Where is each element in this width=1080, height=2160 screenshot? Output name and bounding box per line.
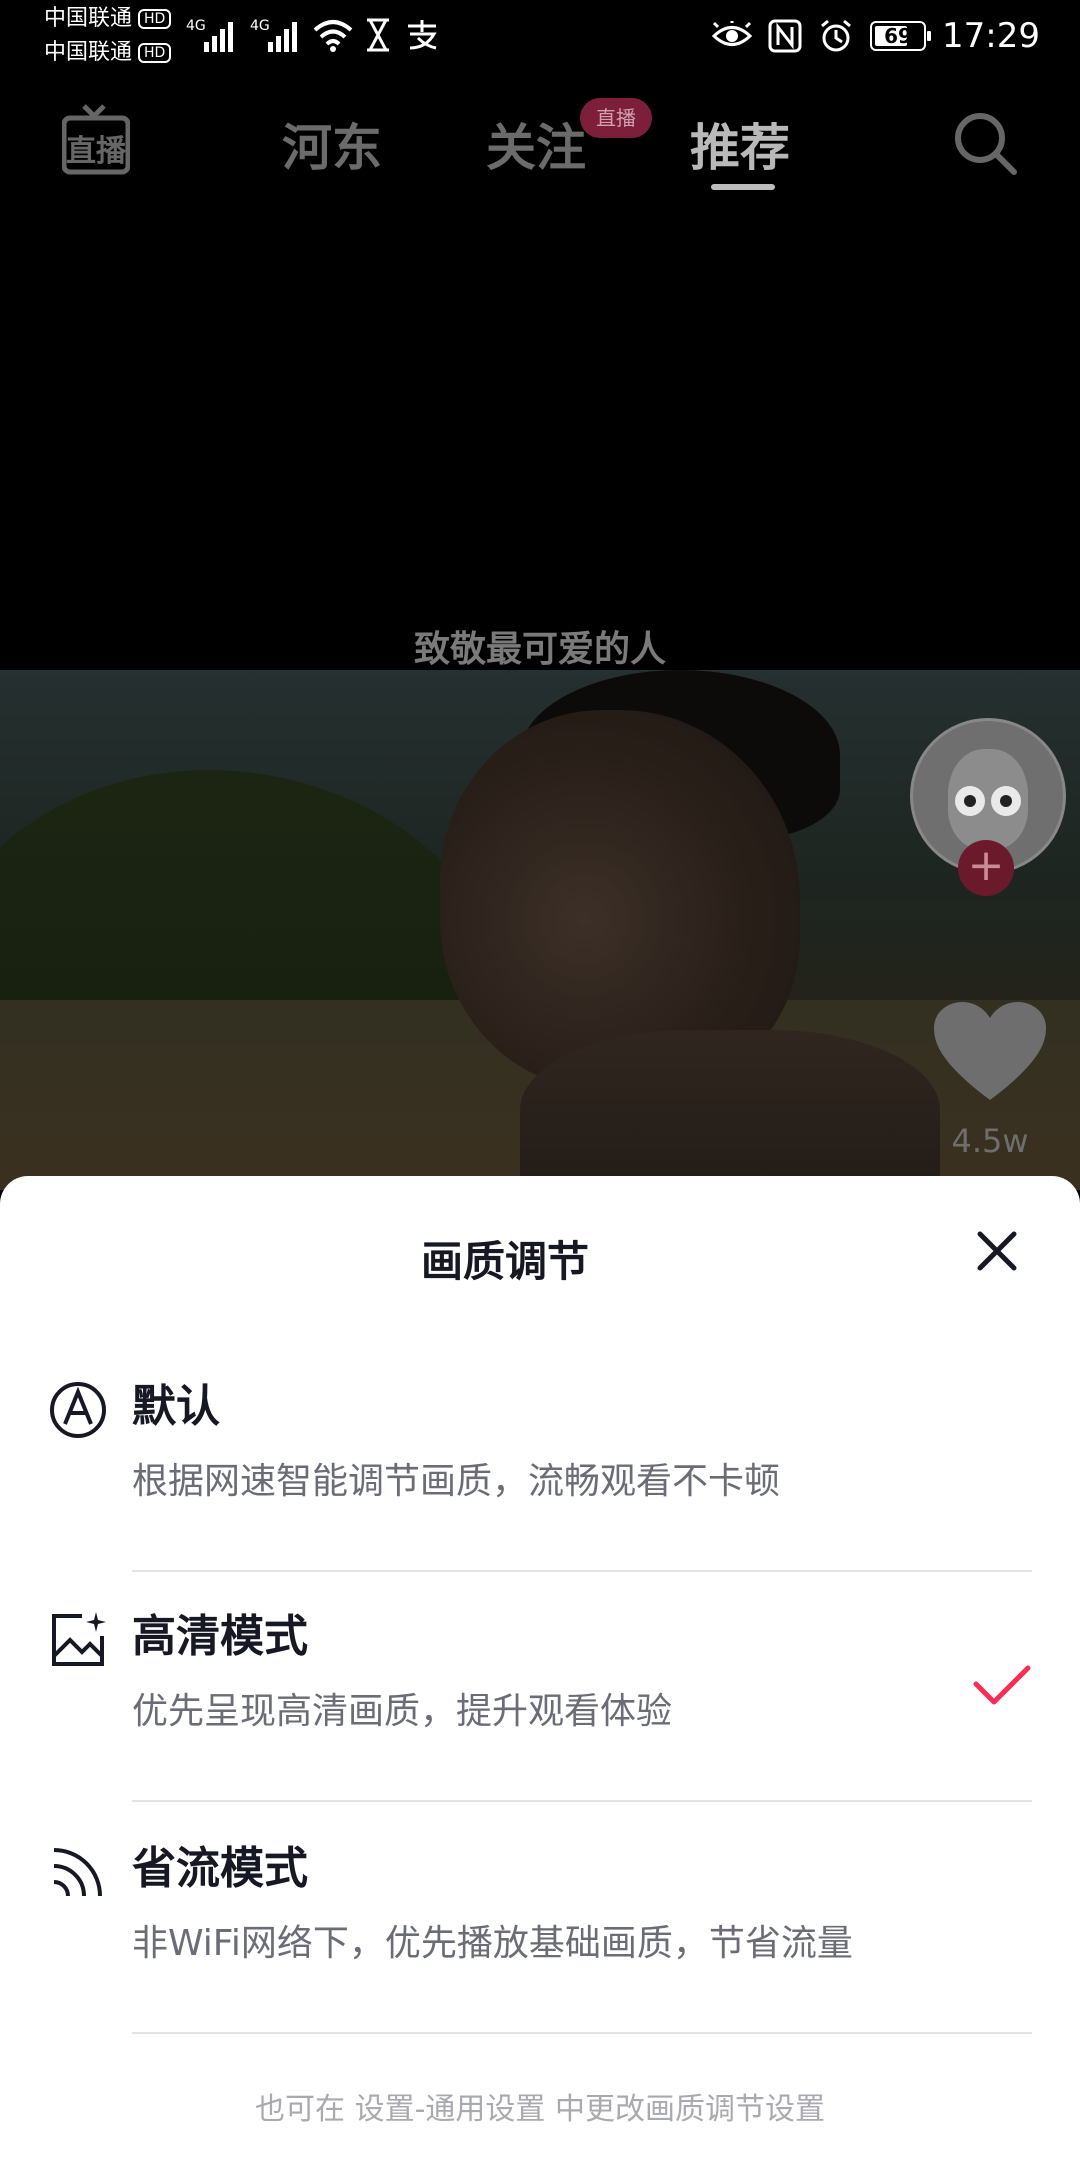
carrier-2-name: 中国联通: [44, 40, 133, 65]
signal-icon-2: [268, 22, 297, 52]
heart-icon: [934, 1002, 1046, 1100]
check-icon: [973, 1665, 1031, 1705]
divider: [132, 1800, 1032, 1802]
wifi-icon: [313, 20, 353, 52]
option-default[interactable]: 默认 根据网速智能调节画质，流畅观看不卡顿: [0, 1342, 1080, 1572]
like-button[interactable]: [932, 1000, 1048, 1108]
close-button[interactable]: [972, 1226, 1022, 1276]
sheet-title: 画质调节: [420, 1237, 589, 1286]
video-frame[interactable]: [0, 670, 1080, 1190]
eye-comfort-icon: [712, 21, 753, 46]
option-hd[interactable]: 高清模式 优先呈现高清画质，提升观看体验: [0, 1572, 1080, 1802]
option-default-title: 默认: [132, 1381, 220, 1432]
network-type-2: 4G: [250, 18, 270, 34]
hd-badge-2: HD: [138, 43, 172, 63]
tab-following[interactable]: 关注: [486, 108, 586, 180]
hourglass-icon: [367, 18, 389, 52]
close-icon: [977, 1231, 1017, 1271]
follow-button[interactable]: +: [958, 840, 1014, 896]
hd-image-icon: [52, 1612, 106, 1666]
carrier-1: 中国联通 HD: [44, 6, 172, 32]
top-nav: 直播 河东 关注 直播 推荐: [0, 90, 1080, 200]
network-type-1: 4G: [186, 18, 206, 34]
carrier-2: 中国联通 HD: [44, 40, 172, 66]
quality-sheet: 画质调节 默认 根据网速智能调节画质，流畅观看不卡顿 高清模式 优先呈现高清画质…: [0, 1176, 1080, 2160]
option-data-saver[interactable]: 省流模式 非WiFi网络下，优先播放基础画质，节省流量: [0, 1804, 1080, 2034]
option-data-saver-desc: 非WiFi网络下，优先播放基础画质，节省流量: [132, 1923, 853, 1964]
footer-note: 也可在 设置-通用设置 中更改画质调节设置: [255, 2092, 825, 2127]
nfc-icon: [768, 19, 802, 53]
alarm-icon: [821, 19, 851, 52]
option-hd-title: 高清模式: [132, 1611, 308, 1662]
auto-a-icon: [50, 1382, 106, 1438]
battery-level: 69: [884, 24, 912, 48]
battery-icon: 69: [870, 21, 932, 51]
status-bar: 中国联通 HD 中国联通 HD 4G 4G 69 17:29: [0, 0, 1080, 80]
carrier-1-name: 中国联通: [44, 6, 133, 31]
divider: [132, 2032, 1032, 2034]
option-default-desc: 根据网速智能调节画质，流畅观看不卡顿: [132, 1461, 781, 1502]
active-tab-indicator: [711, 184, 775, 190]
option-hd-desc: 优先呈现高清画质，提升观看体验: [132, 1691, 673, 1732]
hd-badge-1: HD: [138, 9, 172, 29]
data-saver-icon: [53, 1848, 102, 1897]
clock: 17:29: [942, 16, 1040, 56]
live-icon-label: 直播: [66, 134, 126, 169]
tab-recommend[interactable]: 推荐: [690, 108, 790, 180]
alipay-icon: [408, 20, 437, 50]
live-tv-icon[interactable]: 直播: [61, 102, 131, 180]
tab-hedong[interactable]: 河东: [282, 108, 382, 180]
live-badge: 直播: [580, 98, 652, 138]
video-caption: 致敬最可爱的人: [413, 628, 666, 670]
option-data-saver-title: 省流模式: [132, 1843, 308, 1894]
signal-icon: [204, 22, 233, 52]
like-count: 4.5w: [951, 1122, 1029, 1160]
search-icon[interactable]: [952, 110, 1018, 180]
status-right: 69 17:29: [712, 16, 1040, 56]
